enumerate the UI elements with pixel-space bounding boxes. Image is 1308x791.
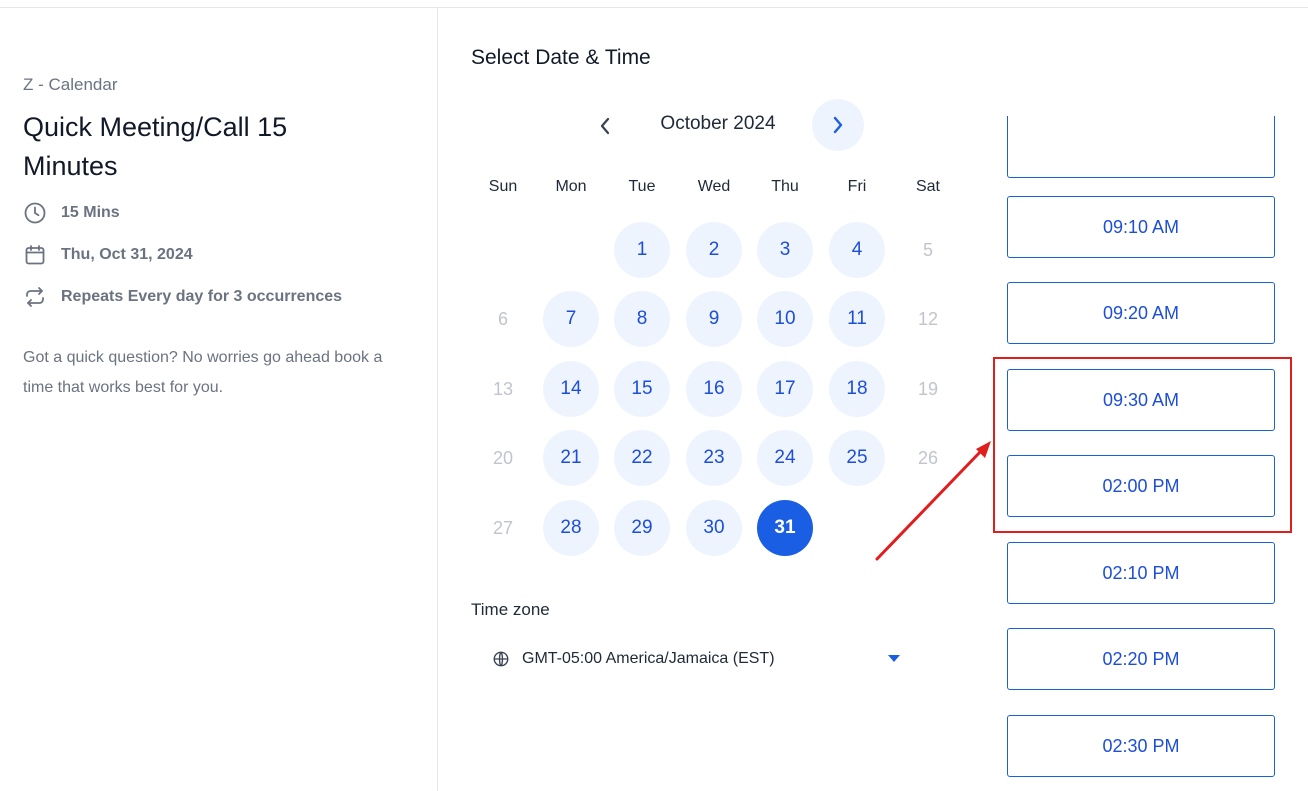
calendar-day-10[interactable]: 10	[757, 291, 813, 347]
event-description: Got a quick question? No worries go ahea…	[23, 349, 383, 396]
calendar-day-6: 6	[497, 308, 508, 329]
month-label: October 2024	[660, 113, 776, 134]
booking-page: Z - Calendar Quick Meeting/Call 15 Minut…	[0, 7, 1308, 791]
calendar-day-19: 19	[917, 378, 939, 399]
calendar-day-3[interactable]: 3	[757, 222, 813, 278]
date-text: Thu, Oct 31, 2024	[61, 246, 193, 263]
calendar-day-9[interactable]: 9	[686, 291, 742, 347]
calendar-day-5: 5	[922, 239, 933, 260]
weekday-mon: Mon	[555, 178, 587, 195]
globe-icon	[493, 651, 509, 667]
weekday-tue: Tue	[628, 178, 656, 195]
chevron-right-icon	[833, 116, 843, 134]
time-slot[interactable]: 02:00 PM	[1007, 455, 1275, 517]
calendar-day-25[interactable]: 25	[829, 430, 885, 486]
next-month-button[interactable]	[812, 99, 864, 151]
time-slot[interactable]: 09:30 AM	[1007, 369, 1275, 431]
timezone-label: Time zone	[471, 600, 550, 619]
calendar-day-1[interactable]: 1	[614, 222, 670, 278]
calendar-day-29[interactable]: 29	[614, 500, 670, 556]
weekday-sun: Sun	[488, 178, 518, 195]
calendar-day-2[interactable]: 2	[686, 222, 742, 278]
calendar-day-31[interactable]: 31	[757, 500, 813, 556]
calendar-day-4[interactable]: 4	[829, 222, 885, 278]
calendar-day-22[interactable]: 22	[614, 430, 670, 486]
calendar-day-13: 13	[492, 378, 514, 399]
time-slot[interactable]: 09:20 AM	[1007, 282, 1275, 344]
calendar-day-14[interactable]: 14	[543, 361, 599, 417]
event-details-panel: Z - Calendar Quick Meeting/Call 15 Minut…	[0, 8, 438, 791]
calendar-day-7[interactable]: 7	[543, 291, 599, 347]
timezone-select[interactable]: GMT-05:00 America/Jamaica (EST)	[492, 646, 904, 672]
caret-down-icon	[888, 655, 900, 662]
time-slot[interactable]: 02:20 PM	[1007, 628, 1275, 690]
repeat-icon	[26, 287, 44, 307]
date-row: Thu, Oct 31, 2024	[23, 243, 193, 267]
weekday-wed: Wed	[697, 178, 731, 195]
time-slot[interactable]: 02:10 PM	[1007, 542, 1275, 604]
event-title: Quick Meeting/Call 15 Minutes	[23, 112, 288, 181]
calendar-day-28[interactable]: 28	[543, 500, 599, 556]
duration-row: 15 Mins	[23, 201, 120, 225]
calendar-day-21[interactable]: 21	[543, 430, 599, 486]
time-slot-partial[interactable]	[1007, 116, 1275, 178]
calendar-day-26: 26	[917, 447, 939, 468]
recurrence-row: Repeats Every day for 3 occurrences	[23, 285, 342, 309]
calendar-day-11[interactable]: 11	[829, 291, 885, 347]
calendar-day-12: 12	[917, 308, 939, 329]
calendar-day-23[interactable]: 23	[686, 430, 742, 486]
calendar-day-30[interactable]: 30	[686, 500, 742, 556]
calendar-day-27: 27	[492, 517, 514, 538]
brand-name: Z - Calendar	[23, 75, 118, 94]
weekday-sat: Sat	[915, 178, 940, 195]
calendar-icon	[25, 245, 45, 265]
calendar-day-15[interactable]: 15	[614, 361, 670, 417]
calendar-day-24[interactable]: 24	[757, 430, 813, 486]
calendar-day-16[interactable]: 16	[686, 361, 742, 417]
calendar-day-17[interactable]: 17	[757, 361, 813, 417]
duration-text: 15 Mins	[61, 204, 120, 221]
picker-heading: Select Date & Time	[471, 46, 651, 69]
calendar-day-8[interactable]: 8	[614, 291, 670, 347]
weekday-fri: Fri	[847, 178, 867, 195]
chevron-left-icon	[600, 117, 610, 135]
weekday-thu: Thu	[771, 178, 799, 195]
time-slot[interactable]: 02:30 PM	[1007, 715, 1275, 777]
clock-icon	[24, 202, 46, 224]
recurrence-text: Repeats Every day for 3 occurrences	[61, 288, 343, 305]
time-slot[interactable]: 09:10 AM	[1007, 196, 1275, 258]
calendar-day-18[interactable]: 18	[829, 361, 885, 417]
timezone-value: GMT-05:00 America/Jamaica (EST)	[522, 650, 775, 667]
calendar-day-20: 20	[492, 447, 514, 468]
previous-month-button[interactable]	[589, 110, 621, 142]
